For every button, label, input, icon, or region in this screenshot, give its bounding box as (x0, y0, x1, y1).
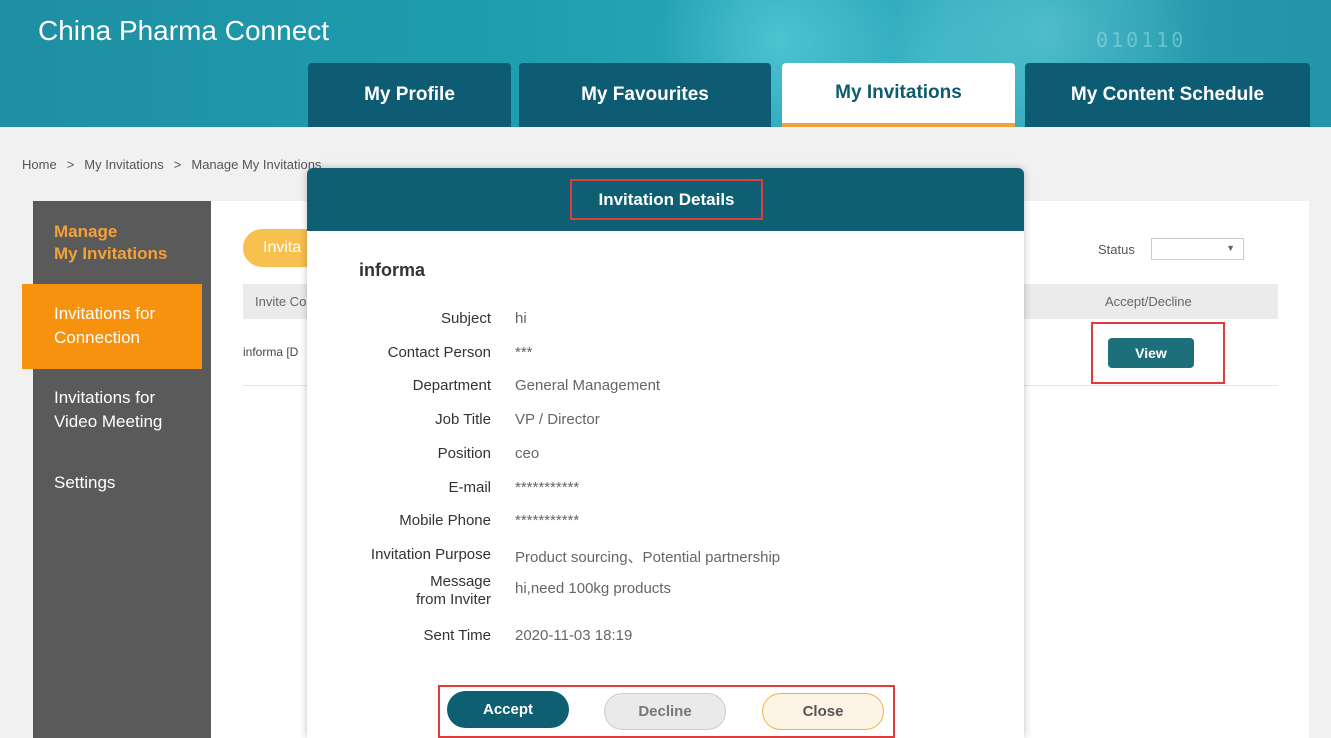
invitation-details-modal: Invitation Details informa Subject hi Co… (307, 168, 1024, 738)
sidebar-heading-line2: My Invitations (54, 244, 168, 263)
site-title[interactable]: China Pharma Connect (38, 15, 329, 47)
sidebar-item-label: Settings (54, 473, 116, 492)
chevron-down-icon: ▼ (1226, 243, 1235, 253)
detail-label: Message from Inviter (416, 573, 491, 609)
modal-title: Invitation Details (570, 179, 763, 220)
inviter-company-name: informa (359, 260, 426, 280)
sidebar-item-label: Connection (54, 328, 141, 347)
detail-value: hi,need 100kg products (515, 580, 671, 597)
breadcrumb: Home > My Invitations > Manage My Invita… (22, 157, 321, 172)
modal-header: Invitation Details (307, 168, 1024, 231)
detail-value: Product sourcing、Potential partnership (515, 549, 781, 566)
breadcrumb-my-invitations[interactable]: My Invitations (84, 157, 163, 172)
highlight-box-view (1091, 322, 1225, 384)
breadcrumb-home[interactable]: Home (22, 157, 57, 172)
banner-decoration: 010110 (1096, 28, 1187, 52)
detail-value: hi (515, 310, 527, 327)
detail-value: *********** (515, 479, 580, 496)
status-select[interactable]: ▼ (1151, 238, 1244, 260)
column-header-accept-decline: Accept/Decline (1105, 294, 1192, 309)
detail-label: E-mail (448, 479, 491, 496)
column-header-invite: Invite Co (255, 294, 307, 309)
detail-label: Department (412, 377, 491, 394)
detail-label: Contact Person (387, 344, 491, 361)
detail-label: Sent Time (423, 627, 491, 644)
tab-my-profile[interactable]: My Profile (308, 63, 511, 127)
status-label: Status (1098, 242, 1135, 257)
detail-value: 2020-11-03 18:19 (515, 627, 633, 644)
sidebar-item-settings[interactable]: Settings (22, 471, 202, 495)
detail-value: ceo (515, 445, 540, 462)
detail-value: *** (515, 344, 533, 361)
detail-value: General Management (515, 377, 661, 394)
detail-label-line: from Inviter (415, 591, 491, 608)
sidebar-item-label: Video Meeting (54, 412, 163, 431)
sidebar (33, 201, 211, 738)
sidebar-item-invitations-video-meeting[interactable]: Invitations for Video Meeting (22, 386, 202, 434)
detail-label: Mobile Phone (399, 512, 491, 529)
close-button[interactable]: Close (762, 693, 884, 730)
detail-label: Invitation Purpose (370, 546, 491, 563)
breadcrumb-current: Manage My Invitations (191, 157, 322, 172)
sidebar-heading: Manage My Invitations (54, 221, 167, 265)
table-row-cell: informa [D (243, 345, 299, 359)
detail-label: Subject (440, 310, 491, 327)
sidebar-item-invitations-connection[interactable]: Invitations for Connection (22, 284, 202, 369)
detail-value: *********** (515, 512, 580, 529)
tab-my-content-schedule[interactable]: My Content Schedule (1025, 63, 1310, 127)
header-banner: 010110 China Pharma Connect My Profile M… (0, 0, 1331, 127)
tab-my-invitations[interactable]: My Invitations (782, 63, 1015, 127)
tab-my-favourites[interactable]: My Favourites (519, 63, 771, 127)
decline-button[interactable]: Decline (604, 693, 726, 730)
detail-label-line: Message (430, 573, 491, 590)
detail-label: Position (437, 445, 491, 462)
detail-value: VP / Director (515, 411, 600, 428)
sidebar-item-label: Invitations for (54, 304, 156, 323)
breadcrumb-separator: > (66, 157, 75, 172)
breadcrumb-separator: > (173, 157, 182, 172)
sidebar-item-label: Invitations for (54, 388, 156, 407)
accept-button[interactable]: Accept (447, 691, 569, 728)
sidebar-heading-line1: Manage (54, 222, 118, 241)
detail-label: Job Title (435, 411, 491, 428)
